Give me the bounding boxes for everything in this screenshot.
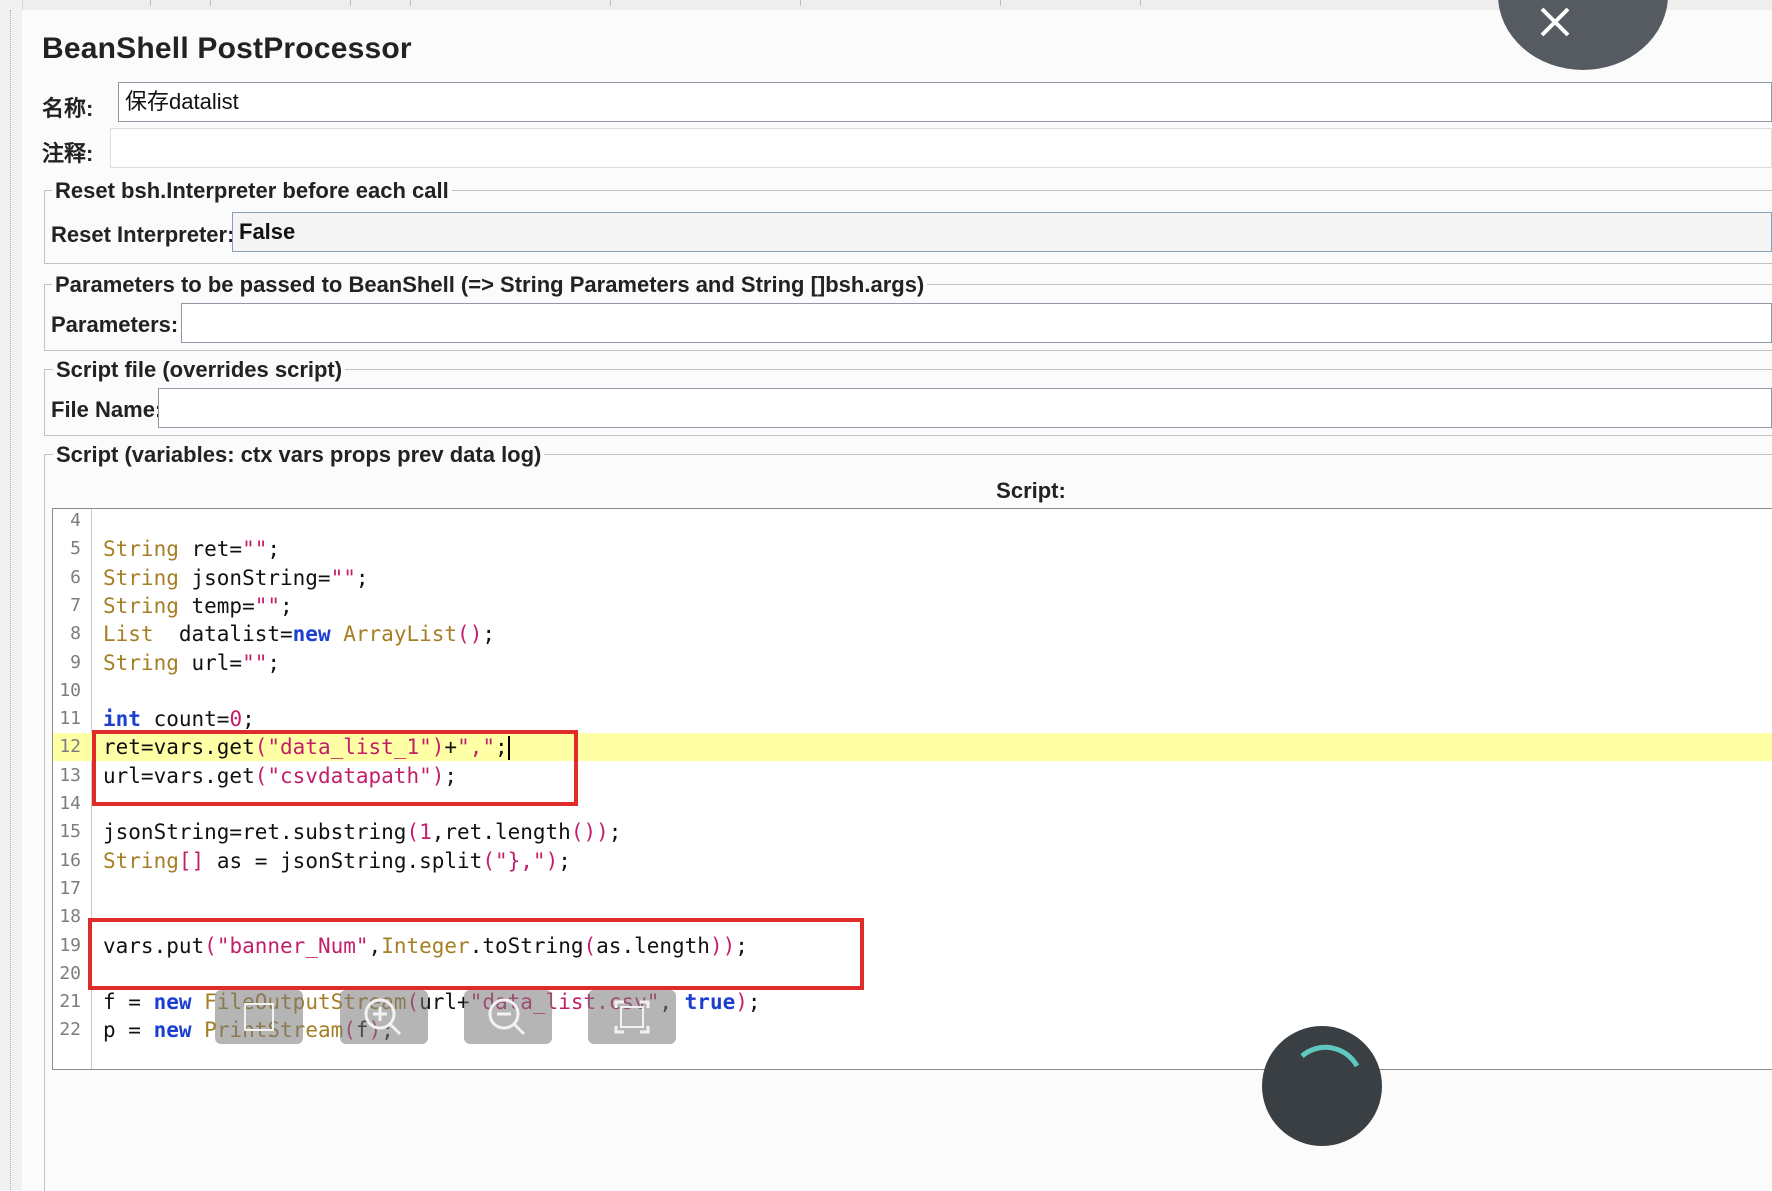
line-number: 7	[70, 594, 81, 616]
code-text: String temp="";	[103, 593, 293, 618]
code-text: String ret="";	[103, 537, 281, 562]
fit-screen-icon	[614, 1000, 650, 1034]
tab-fragment	[880, 0, 1001, 6]
line-number: 11	[59, 708, 81, 730]
zoom-out-button[interactable]	[464, 990, 552, 1044]
code-line: 15 jsonString=ret.substring(1,ret.length(…	[53, 818, 1772, 846]
reset-group-legend: Reset bsh.Interpreter before each call	[52, 178, 452, 204]
code-line: 10	[53, 677, 1772, 705]
name-label: 名称:	[42, 96, 94, 121]
code-line: 21f = new FileOutputStream(url+"data_lis…	[53, 988, 1772, 1016]
loading-indicator	[1262, 1026, 1382, 1146]
line-number: 14	[59, 793, 81, 814]
code-line: 8 List datalist=new ArrayList();	[53, 620, 1772, 648]
line-number: 20	[59, 962, 81, 984]
zoom-in-button[interactable]	[340, 990, 428, 1044]
line-number: 13	[59, 764, 81, 786]
script-file-group-legend: Script file (overrides script)	[53, 357, 346, 383]
line-number: 18	[59, 906, 81, 928]
code-line: 17	[53, 875, 1772, 903]
comment-field[interactable]	[110, 128, 1772, 168]
zoom-in-icon	[364, 998, 402, 1036]
tree-guide-line	[10, 10, 11, 1190]
annotation-box-vars-get	[92, 730, 578, 806]
tab-fragment	[90, 0, 151, 6]
code-text: String jsonString="";	[103, 565, 369, 590]
line-number: 12	[59, 736, 81, 758]
close-icon	[1540, 7, 1570, 37]
annotation-box-vars-put	[88, 918, 864, 990]
code-text: jsonString=ret.substring(1,ret.length())…	[103, 820, 622, 845]
line-number: 4	[70, 510, 81, 531]
code-text: String url="";	[103, 650, 281, 675]
code-line: 5 String ret="";	[53, 535, 1772, 563]
line-number: 5	[70, 538, 81, 560]
line-number: 9	[70, 651, 81, 673]
tab-fragment	[350, 0, 411, 6]
code-text: String[] as = jsonString.split("},");	[103, 848, 571, 873]
script-header: Script:	[996, 478, 1066, 503]
code-line: 11 int count=0;	[53, 705, 1772, 733]
comment-label: 注释:	[42, 141, 94, 166]
code-line: 6 String jsonString="";	[53, 564, 1772, 592]
file-name-label: File Name:	[51, 397, 163, 422]
line-number: 6	[70, 566, 81, 588]
tab-fragment	[530, 0, 611, 6]
parameters-label: Parameters:	[51, 312, 179, 337]
script-group-legend: Script (variables: ctx vars props prev d…	[53, 442, 545, 468]
reset-interpreter-select[interactable]: False	[232, 212, 1772, 252]
code-line: 22p = new PrintStream(f);	[53, 1016, 1772, 1044]
fit-screen-button[interactable]	[588, 990, 676, 1044]
page-title: BeanShell PostProcessor	[42, 32, 412, 65]
line-number: 10	[59, 679, 81, 701]
parameters-input[interactable]	[181, 303, 1772, 343]
spinner-icon	[1300, 1044, 1360, 1068]
parameters-group-legend: Parameters to be passed to BeanShell (=>…	[52, 272, 928, 298]
code-line: 4	[53, 509, 1772, 535]
code-line: 9 String url="";	[53, 649, 1772, 677]
code-line: 7 String temp="";	[53, 592, 1772, 620]
tab-fragment	[740, 0, 801, 6]
code-text: List datalist=new ArrayList();	[103, 622, 496, 647]
line-number: 15	[59, 821, 81, 843]
line-number: 16	[59, 849, 81, 871]
tab-fragment	[1020, 0, 1141, 6]
line-number: 21	[59, 991, 81, 1013]
left-tree-edge	[0, 0, 23, 1190]
tab-fragment	[290, 0, 351, 6]
code-text: int count=0;	[103, 707, 255, 732]
line-number: 22	[59, 1019, 81, 1041]
line-number: 17	[59, 877, 81, 899]
line-number: 8	[70, 623, 81, 645]
name-field[interactable]: 保存datalist	[118, 82, 1772, 122]
file-name-input[interactable]	[158, 388, 1772, 428]
viewer-back-button[interactable]	[215, 990, 303, 1044]
code-line: 16 String[] as = jsonString.split("},");	[53, 847, 1772, 875]
tab-fragment	[150, 0, 211, 6]
zoom-out-icon	[488, 998, 526, 1036]
placeholder-icon	[244, 1003, 274, 1031]
reset-interpreter-label: Reset Interpreter:	[51, 222, 235, 247]
line-number: 19	[59, 934, 81, 956]
